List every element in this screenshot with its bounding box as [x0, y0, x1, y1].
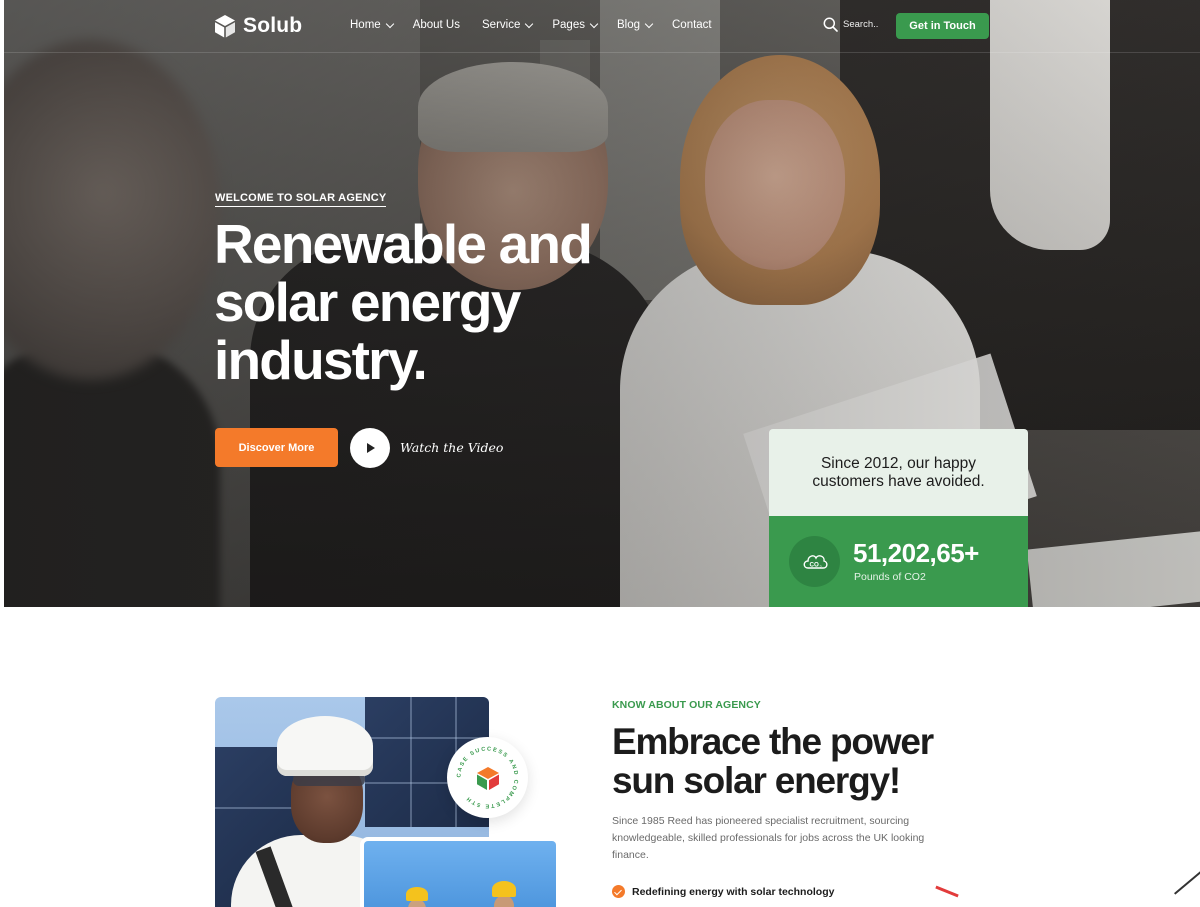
cube-badge-icon: [476, 766, 499, 790]
main-menu: Home About Us Service Pages Blog Contact: [350, 19, 734, 31]
get-in-touch-button[interactable]: Get in Touch: [896, 13, 989, 39]
watch-video-link[interactable]: Watch the Video: [400, 440, 503, 455]
nav-item-pages[interactable]: Pages: [552, 19, 599, 31]
hard-hat: [406, 887, 428, 901]
stats-card-body: CO 2 51,202,65+ Pounds of CO2: [769, 516, 1028, 607]
discover-more-button[interactable]: Discover More: [215, 428, 338, 467]
nav-item-label: Service: [482, 19, 521, 31]
nav-item-blog[interactable]: Blog: [616, 19, 654, 31]
search-icon[interactable]: [823, 17, 838, 32]
hard-hat: [492, 881, 516, 897]
nav-item-home[interactable]: Home: [350, 19, 394, 31]
chevron-down-icon: [644, 19, 654, 28]
play-icon: [367, 443, 375, 453]
about-description: Since 1985 Reed has pioneered specialist…: [612, 815, 925, 861]
solar-panel-grid-line: [410, 697, 412, 827]
nav-item-label: Contact: [672, 19, 712, 31]
stats-card: Since 2012, our happy customers have avo…: [769, 429, 1028, 607]
top-navbar: Solub Home About Us Service Pages Blog C…: [0, 0, 1200, 53]
co2-icon-circle: CO 2: [789, 536, 840, 587]
decorative-line: [1174, 867, 1200, 895]
cube-logo-icon: [215, 15, 235, 38]
nav-item-about-us[interactable]: About Us: [413, 19, 460, 31]
hero-eyebrow: WELCOME TO SOLAR AGENCY: [215, 192, 387, 207]
about-title-line: sun solar energy!: [612, 760, 901, 801]
stats-headline: Since 2012, our happy customers have avo…: [812, 454, 985, 490]
hard-hat: [277, 716, 373, 776]
hero-title-line: Renewable and: [214, 213, 593, 275]
nav-item-label: Pages: [552, 19, 585, 31]
co2-icon: CO 2: [803, 554, 828, 569]
hero-section: Solub Home About Us Service Pages Blog C…: [0, 0, 1200, 607]
about-title: Embrace the power sun solar energy!: [612, 722, 1012, 800]
stats-value: 51,202,65+: [853, 538, 979, 568]
chevron-down-icon: [525, 19, 534, 28]
nav-item-contact[interactable]: Contact: [672, 19, 712, 31]
play-video-button[interactable]: [350, 428, 390, 468]
nav-item-label: Blog: [616, 19, 640, 31]
about-title-line: Embrace the power: [612, 721, 934, 762]
search-input[interactable]: [843, 19, 888, 30]
nav-item-label: Home: [350, 19, 381, 31]
hero-title-line: solar energy: [214, 271, 521, 333]
site-logo[interactable]: Solub: [214, 14, 302, 38]
stats-card-header: Since 2012, our happy customers have avo…: [769, 429, 1028, 516]
nav-item-label: About Us: [412, 19, 460, 31]
check-circle-icon: [612, 885, 625, 898]
search-box[interactable]: [823, 17, 888, 32]
about-eyebrow: KNOW ABOUT OUR AGENCY: [612, 699, 761, 711]
success-badge: CASE SUCCESS AND COMPLETE 5TH: [447, 737, 528, 818]
hero-title: Renewable and solar energy industry.: [214, 215, 674, 389]
feature-list-item: Redefining energy with solar technology: [612, 885, 834, 898]
stats-unit: Pounds of CO2: [854, 571, 926, 583]
decorative-line: [935, 885, 959, 898]
feature-label: Redefining energy with solar technology: [632, 885, 835, 898]
logo-text: Solub: [243, 14, 303, 37]
hero-title-line: industry.: [214, 329, 428, 391]
hero-edge-strip: [0, 0, 4, 607]
chevron-down-icon: [589, 19, 599, 28]
svg-text:CO: CO: [809, 561, 818, 568]
nav-item-service[interactable]: Service: [482, 19, 534, 31]
workers-sky-image: [360, 837, 560, 907]
chevron-down-icon: [385, 19, 394, 28]
